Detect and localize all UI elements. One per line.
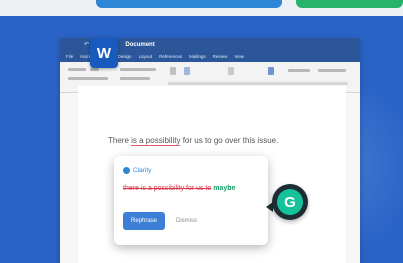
suggestion-original: there is a possibility for us to <box>123 185 212 192</box>
find-icon[interactable] <box>228 67 234 75</box>
font-name-box[interactable] <box>68 68 86 71</box>
tab-file[interactable]: File <box>66 52 73 62</box>
paste-icon[interactable] <box>184 67 190 75</box>
clarity-icon <box>123 167 130 174</box>
card-brand: Clarity <box>123 167 151 174</box>
tab-references[interactable]: References <box>159 52 182 62</box>
editor-button[interactable] <box>288 69 310 72</box>
green-banner-strip <box>296 0 403 8</box>
illustration-background: ↶ ↷ □ ○ ☆ Document File Home Insert Desi… <box>0 16 403 263</box>
grammarly-button[interactable]: G <box>272 184 308 220</box>
flagged-phrase[interactable]: is a possibility <box>131 136 181 146</box>
rephrase-button[interactable]: Rephrase <box>123 212 165 230</box>
card-brand-label: Clarity <box>133 167 152 174</box>
dictate-icon[interactable] <box>268 67 274 75</box>
tab-layout[interactable]: Layout <box>139 52 153 62</box>
blue-banner-strip <box>96 0 282 8</box>
ribbon-group-labels <box>168 82 348 85</box>
add-ins-button[interactable] <box>318 69 346 72</box>
dismiss-button[interactable]: Dismiss <box>176 212 197 230</box>
font-format-buttons[interactable] <box>68 77 108 80</box>
tab-mailings[interactable]: Mailings <box>189 52 206 62</box>
paragraph-buttons[interactable] <box>120 68 156 71</box>
sentence-start: There <box>108 136 132 145</box>
tab-design[interactable]: Design <box>118 52 132 62</box>
styles-icon[interactable] <box>170 67 176 75</box>
grammarly-g-icon: G <box>277 189 303 215</box>
suggestion-text[interactable]: there is a possibility for us to maybe <box>123 185 235 192</box>
tab-review[interactable]: Review <box>213 52 228 62</box>
document-title: Document <box>125 42 155 48</box>
sentence-end: for us to go over this issue. <box>180 136 279 145</box>
top-banner <box>0 0 403 16</box>
suggestion-replacement[interactable]: maybe <box>213 185 235 192</box>
font-size-box[interactable] <box>90 68 99 71</box>
alignment-buttons[interactable] <box>120 77 150 80</box>
word-logo-icon: W <box>90 38 118 68</box>
suggestion-card: Clarity there is a possibility for us to… <box>114 156 268 245</box>
document-sentence: There is a possibility for us to go over… <box>108 136 279 146</box>
tab-view[interactable]: View <box>234 52 244 62</box>
